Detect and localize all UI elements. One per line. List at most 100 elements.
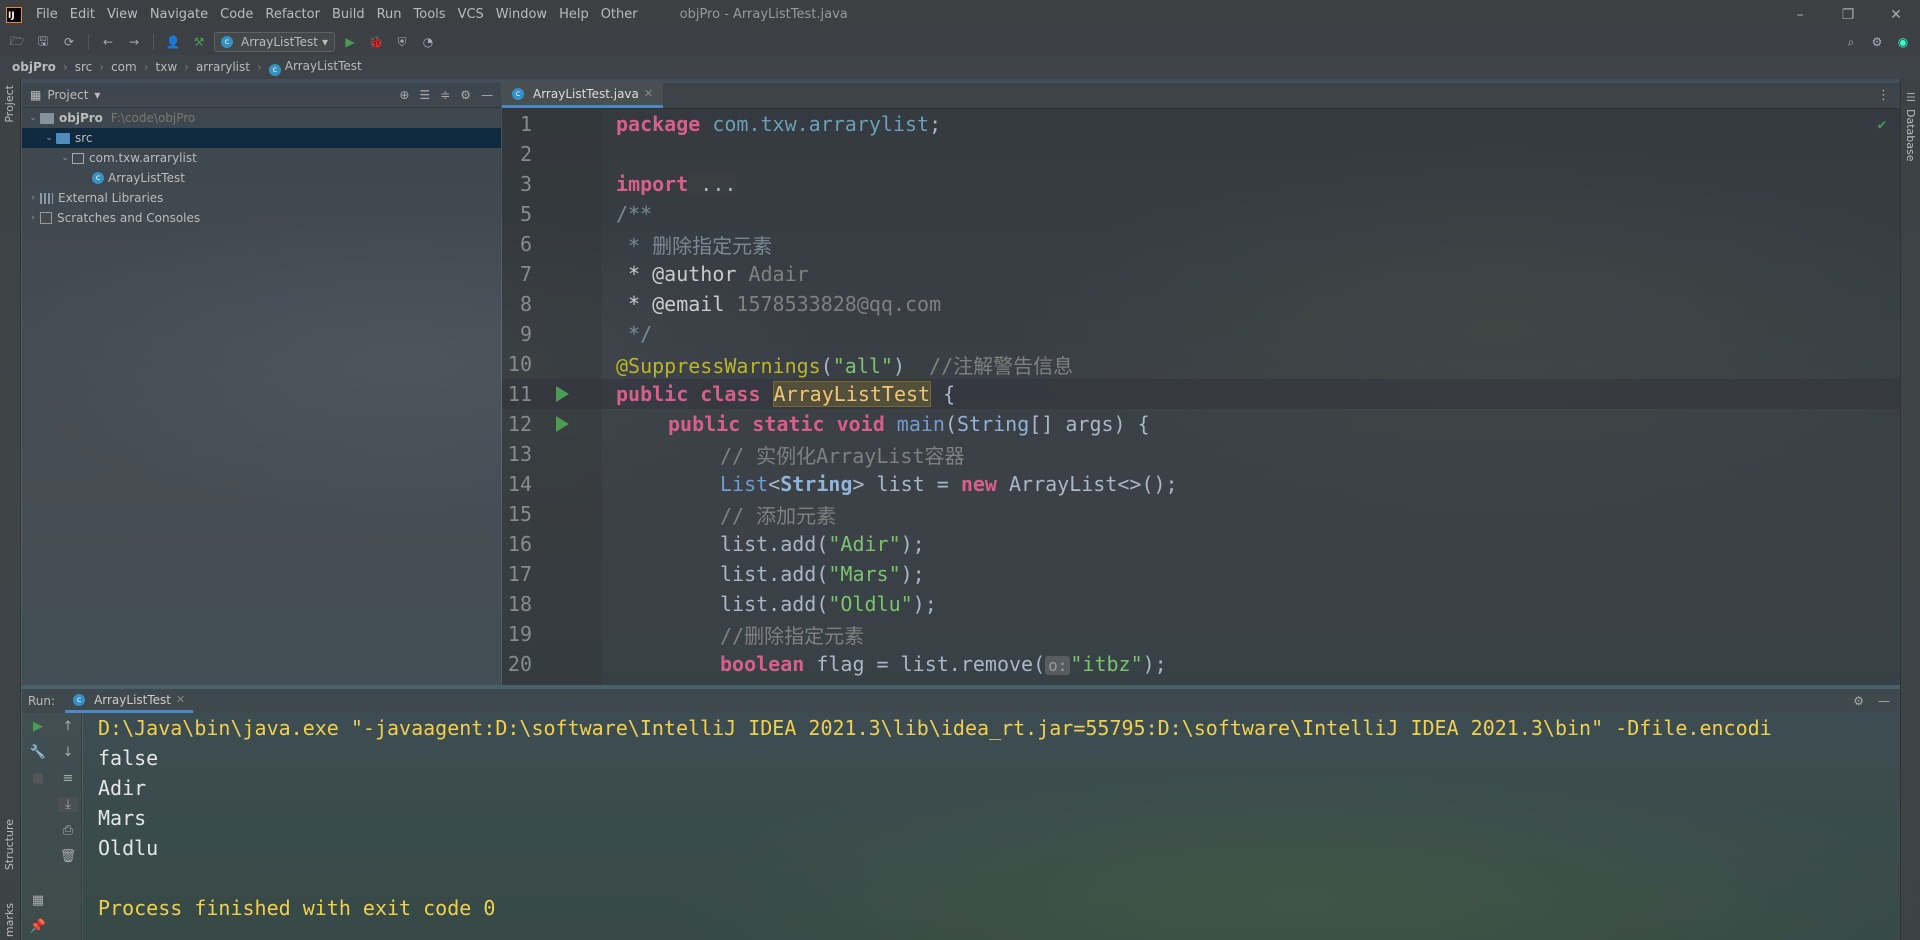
- tree-item-package[interactable]: ⌄ com.txw.arrarylist: [22, 148, 501, 168]
- code-text: public static void main(String[] args) {: [668, 412, 1150, 436]
- line-number: 6: [519, 232, 532, 256]
- more-vertical-icon[interactable]: ⋮: [1877, 88, 1890, 103]
- code-token: (: [820, 353, 833, 378]
- code-line: 11 public class ArrayListTest {: [502, 379, 1900, 409]
- breadcrumb-txw[interactable]: txw: [156, 60, 178, 74]
- menu-vcs[interactable]: VCS: [452, 7, 490, 22]
- scroll-to-end-icon[interactable]: ⤓: [58, 797, 78, 812]
- chevron-down-icon[interactable]: ⌄: [26, 113, 40, 123]
- jetbrains-logo-icon[interactable]: ◉: [1892, 35, 1914, 50]
- collapse-all-icon[interactable]: ≑: [440, 88, 450, 102]
- menu-navigate[interactable]: Navigate: [144, 7, 214, 22]
- run-configuration-select[interactable]: c ArrayListTest ▾: [214, 32, 335, 52]
- database-tool-window-button[interactable]: Database: [1904, 109, 1917, 162]
- tree-item-arraylisttest[interactable]: c ArrayListTest: [22, 168, 501, 188]
- close-button[interactable]: ✕: [1872, 7, 1920, 23]
- vcs-user-icon[interactable]: 👤: [162, 35, 184, 49]
- code-token: String: [957, 412, 1030, 436]
- print-icon[interactable]: ⎙: [58, 823, 78, 838]
- folded-imports[interactable]: ...: [688, 172, 737, 196]
- menu-edit[interactable]: Edit: [64, 7, 101, 22]
- menu-build[interactable]: Build: [326, 7, 371, 22]
- wrench-icon[interactable]: 🔧: [28, 745, 48, 760]
- chevron-right-icon[interactable]: ›: [26, 213, 40, 223]
- code-editor[interactable]: ✔ 1 package com.txw.arrarylist; 2 3 impo…: [502, 109, 1900, 685]
- expand-all-icon[interactable]: ☰: [419, 88, 430, 102]
- up-arrow-icon[interactable]: ↑: [58, 719, 78, 734]
- project-tool-window-button[interactable]: Project: [3, 85, 16, 123]
- settings-gear-icon[interactable]: ⚙: [1866, 35, 1888, 50]
- menu-view[interactable]: View: [101, 7, 144, 22]
- breadcrumb-class[interactable]: c ArrayListTest: [268, 59, 362, 76]
- menu-code[interactable]: Code: [214, 7, 259, 22]
- run-gutter-button[interactable]: [532, 386, 592, 402]
- chevron-down-icon: ▾: [321, 35, 328, 49]
- chevron-down-icon[interactable]: ⌄: [42, 133, 56, 143]
- console-line: D:\Java\bin\java.exe "-javaagent:D:\soft…: [98, 716, 1772, 740]
- menu-help[interactable]: Help: [553, 7, 595, 22]
- close-icon[interactable]: ✕: [644, 87, 653, 100]
- run-console[interactable]: D:\Java\bin\java.exe "-javaagent:D:\soft…: [83, 713, 1900, 940]
- tab-arraylisttest-java[interactable]: c ArrayListTest.java ✕: [502, 82, 664, 108]
- run-icon: [555, 386, 569, 402]
- search-icon[interactable]: ⌕: [1840, 35, 1862, 50]
- debug-icon[interactable]: 🐞: [365, 35, 387, 49]
- save-all-icon[interactable]: 🖫: [32, 32, 54, 53]
- run-panel-tools: ⚙ —: [1853, 694, 1890, 708]
- pin-icon[interactable]: 📌: [28, 919, 48, 934]
- run-icon[interactable]: ▶: [339, 35, 361, 49]
- down-arrow-icon[interactable]: ↓: [58, 745, 78, 760]
- build-hammer-icon[interactable]: ⚒: [188, 35, 210, 49]
- hide-icon[interactable]: —: [1878, 694, 1890, 708]
- rerun-icon[interactable]: ▶: [28, 719, 48, 734]
- run-gutter-button[interactable]: [532, 416, 592, 432]
- minimize-button[interactable]: –: [1776, 7, 1824, 23]
- menu-file[interactable]: File: [30, 7, 64, 22]
- line-number: 10: [507, 352, 532, 376]
- hide-icon[interactable]: —: [481, 88, 493, 102]
- code-token: * @author: [616, 262, 737, 286]
- forward-icon[interactable]: →: [123, 35, 145, 49]
- breadcrumb-project[interactable]: objPro: [12, 60, 56, 74]
- trash-icon[interactable]: 🗑: [58, 849, 78, 864]
- layout-icon[interactable]: ▦: [28, 893, 48, 908]
- coverage-icon[interactable]: ⛨: [391, 35, 413, 50]
- chevron-down-icon[interactable]: ⌄: [58, 153, 72, 163]
- menu-tools[interactable]: Tools: [408, 7, 452, 22]
- code-line: 3 import ...: [502, 169, 1900, 199]
- profile-icon[interactable]: ◔: [417, 35, 439, 49]
- tree-item-objpro[interactable]: ⌄ objPro F:\code\objPro: [22, 108, 501, 128]
- menu-window[interactable]: Window: [490, 7, 553, 22]
- chevron-right-icon[interactable]: ›: [26, 193, 40, 203]
- run-tab-arraylisttest[interactable]: c ArrayListTest ✕: [65, 689, 194, 713]
- chevron-down-icon[interactable]: ▾: [94, 88, 100, 102]
- gear-icon[interactable]: ⚙: [460, 88, 471, 102]
- open-folder-icon[interactable]: 🗁: [6, 32, 28, 53]
- code-token: boolean: [720, 652, 805, 676]
- project-panel-title[interactable]: Project: [47, 88, 88, 102]
- locate-icon[interactable]: ⊕: [399, 88, 409, 102]
- tree-item-src[interactable]: ⌄ src: [22, 128, 501, 148]
- code-text: //删除指定元素: [720, 623, 865, 648]
- line-number: 2: [519, 142, 532, 166]
- breadcrumb-arrarylist[interactable]: arrarylist: [196, 60, 250, 74]
- soft-wrap-icon[interactable]: ≡: [58, 771, 78, 786]
- source-folder-icon: [56, 132, 70, 144]
- structure-tool-window-button[interactable]: Structure: [3, 819, 16, 870]
- back-icon[interactable]: ←: [97, 35, 119, 49]
- menu-other[interactable]: Other: [595, 7, 644, 22]
- bookmarks-tool-window-button[interactable]: marks: [3, 903, 16, 937]
- restore-button[interactable]: ❐: [1824, 7, 1872, 23]
- gear-icon[interactable]: ⚙: [1853, 694, 1864, 708]
- breadcrumb-com[interactable]: com: [111, 60, 137, 74]
- tree-item-label: External Libraries: [58, 191, 164, 205]
- stop-icon[interactable]: ■: [28, 771, 48, 786]
- close-icon[interactable]: ✕: [176, 693, 185, 706]
- tree-item-scratches[interactable]: › Scratches and Consoles: [22, 208, 501, 228]
- menu-run[interactable]: Run: [371, 7, 408, 22]
- menu-refactor[interactable]: Refactor: [259, 7, 326, 22]
- code-text: * 删除指定元素: [616, 233, 773, 258]
- tree-item-external-libraries[interactable]: › External Libraries: [22, 188, 501, 208]
- breadcrumb-src[interactable]: src: [75, 60, 93, 74]
- sync-icon[interactable]: ⟳: [58, 35, 80, 49]
